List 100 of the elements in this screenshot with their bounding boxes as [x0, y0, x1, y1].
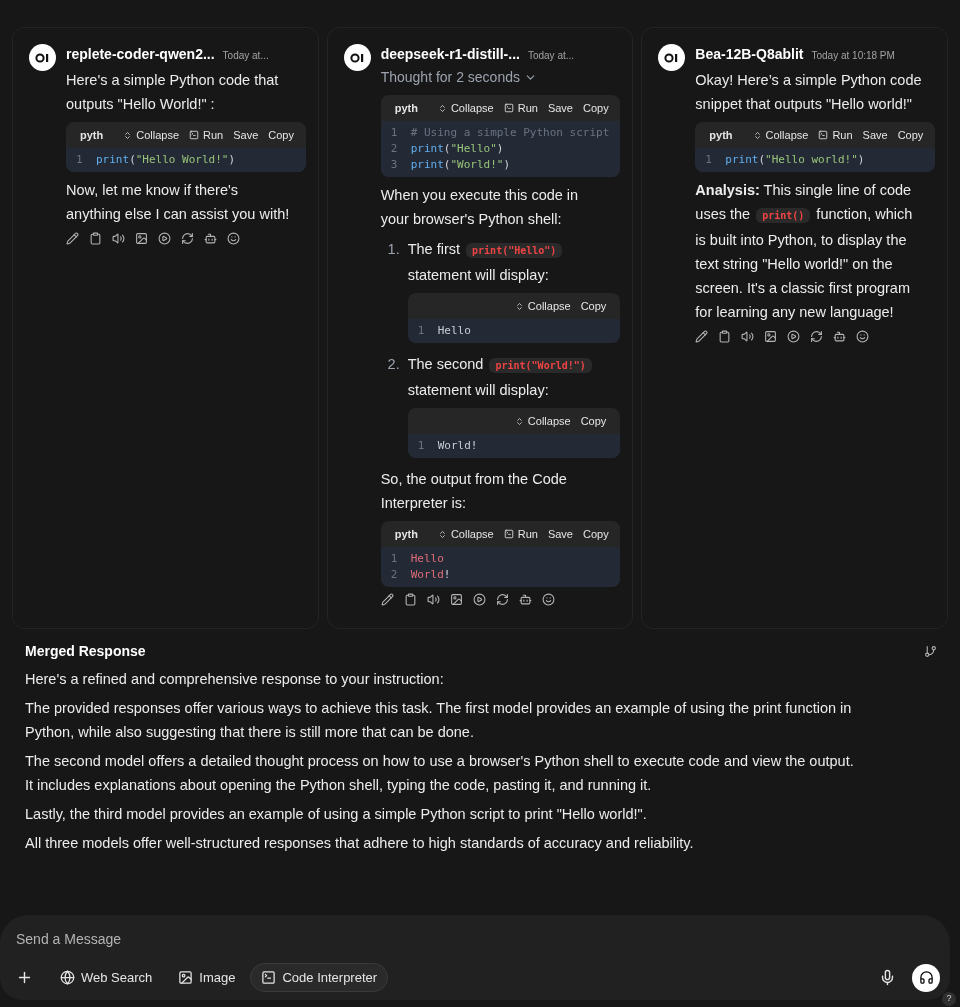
image-icon[interactable]	[764, 330, 778, 343]
line-number: 2	[389, 141, 399, 157]
image-icon	[178, 970, 194, 985]
merged-title: Merged Response	[25, 642, 146, 661]
code-action-button[interactable]: Save	[233, 126, 259, 144]
microphone-icon[interactable]	[879, 969, 896, 986]
help-button[interactable]: ?	[942, 992, 956, 1006]
code-action-button[interactable]: Save	[862, 126, 888, 144]
code-line: World!	[410, 567, 451, 583]
code-line: print("Hello World!")	[96, 152, 236, 168]
language-label: pyth	[709, 127, 733, 143]
message-text: So, the output from the Code Interpreter is:	[380, 470, 568, 513]
line-number: 2	[389, 567, 399, 583]
code-action-button[interactable]: Copy	[897, 126, 924, 144]
regenerate-icon[interactable]	[810, 330, 824, 343]
robot-icon[interactable]	[204, 232, 217, 245]
code-action-button[interactable]: Copy	[580, 297, 607, 315]
run-button[interactable]: Run	[818, 126, 853, 144]
collapse-button[interactable]: Collapse	[123, 126, 180, 144]
tool-toggle[interactable]: Web Search	[49, 963, 164, 992]
clipboard-icon[interactable]	[718, 330, 732, 343]
code-action-button[interactable]: Copy	[582, 99, 609, 117]
smiley-icon[interactable]	[227, 232, 240, 245]
image-icon[interactable]	[135, 232, 148, 245]
run-button[interactable]: Run	[503, 525, 538, 543]
clipboard-icon[interactable]	[89, 232, 102, 245]
smiley-icon[interactable]	[856, 330, 870, 343]
robot-icon[interactable]	[833, 330, 847, 343]
code-action-button[interactable]: Copy	[580, 412, 607, 430]
code-action-button[interactable]: Save	[547, 525, 573, 543]
tool-toggle[interactable]: Code Interpreter	[250, 963, 389, 992]
line-number: 1	[389, 551, 399, 567]
message-input[interactable]: Send a Message	[16, 929, 934, 950]
speaker-icon[interactable]	[741, 330, 755, 343]
logo-icon	[35, 52, 50, 63]
clipboard-icon[interactable]	[403, 593, 417, 606]
play-icon[interactable]	[787, 330, 801, 343]
speaker-icon[interactable]	[426, 593, 440, 606]
edit-icon[interactable]	[66, 232, 79, 245]
timestamp: Today at...	[527, 49, 575, 63]
line-number: 1	[389, 125, 399, 141]
code-line: print("Hello")	[410, 141, 504, 157]
terminal-icon	[189, 130, 200, 140]
line-number: 1	[416, 323, 426, 339]
robot-icon[interactable]	[518, 593, 532, 606]
list-number: 1.	[386, 240, 401, 259]
merged-paragraph: Here's a refined and comprehensive response to your instruction:	[25, 670, 445, 689]
line-number: 3	[389, 157, 399, 173]
terminal-icon	[503, 103, 514, 113]
chevrons-icon	[752, 130, 762, 140]
edit-icon[interactable]	[380, 593, 394, 606]
chevrons-icon	[437, 103, 447, 113]
branch-icon[interactable]	[924, 645, 937, 658]
smiley-icon[interactable]	[541, 593, 555, 606]
model-name: deepseek-r1-distill-...	[380, 45, 520, 64]
language-label: pyth	[394, 526, 418, 542]
line-number: 1	[704, 152, 713, 168]
line-number: 1	[75, 152, 84, 168]
language-label: pyth	[80, 127, 104, 143]
globe-icon	[60, 970, 75, 985]
headphones-icon	[918, 970, 934, 985]
edit-icon[interactable]	[695, 330, 709, 343]
collapse-button[interactable]: Collapse	[437, 525, 494, 543]
collapse-button[interactable]: Collapse	[514, 412, 571, 430]
regenerate-icon[interactable]	[495, 593, 509, 606]
message-text: Okay! Here’s a simple Python code snippet that outputs "Hello world!"	[695, 71, 923, 114]
speaker-icon[interactable]	[112, 232, 125, 245]
voice-button[interactable]	[912, 963, 940, 992]
model-name: replete-coder-qwen2...	[66, 45, 215, 64]
run-button[interactable]: Run	[503, 99, 538, 117]
code-line: World!	[437, 438, 478, 454]
merged-paragraph: All three models offer well-structured responses that adhere to high standards of accuracy and reliability.	[25, 834, 695, 853]
terminal-icon	[503, 529, 514, 539]
code-action-button[interactable]: Copy	[268, 126, 294, 144]
thought-toggle[interactable]: Thought for 2 seconds	[380, 65, 537, 89]
code-line: # Using a simple Python script	[410, 125, 610, 141]
image-icon[interactable]	[449, 593, 463, 606]
regenerate-icon[interactable]	[181, 232, 194, 245]
chevrons-icon	[123, 130, 133, 140]
model-name: Bea-12B-Q8ablit	[695, 45, 804, 64]
message-text: Analysis: This single line of code uses the print() function, which is built into Python, to display the text string "Hello world!" on the screen. It's a classic first program for learning any new language!	[695, 181, 914, 322]
terminal-icon	[818, 130, 829, 140]
tool-toggle[interactable]: Image	[167, 963, 247, 992]
terminal-icon	[261, 970, 277, 985]
plus-icon[interactable]	[16, 969, 33, 986]
collapse-button[interactable]: Collapse	[752, 126, 809, 144]
logo-icon	[664, 52, 680, 63]
code-line: Hello	[410, 551, 444, 567]
code-action-button[interactable]: Save	[547, 99, 573, 117]
message-text: When you execute this code in your browser's Python shell:	[380, 186, 580, 229]
code-action-button[interactable]: Copy	[582, 525, 609, 543]
play-icon[interactable]	[472, 593, 486, 606]
message-text: The first print("Hello") statement will display:	[407, 237, 621, 287]
collapse-button[interactable]: Collapse	[437, 99, 494, 117]
list-number: 2.	[386, 355, 401, 374]
play-icon[interactable]	[158, 232, 171, 245]
merged-paragraph: The provided responses offer various ways to achieve this task. The first model provides an example of using the print function in Python, while also suggesting that there is still more that can be done.	[25, 699, 853, 742]
run-button[interactable]: Run	[189, 126, 224, 144]
collapse-button[interactable]: Collapse	[514, 297, 571, 315]
chevrons-icon	[514, 301, 524, 311]
